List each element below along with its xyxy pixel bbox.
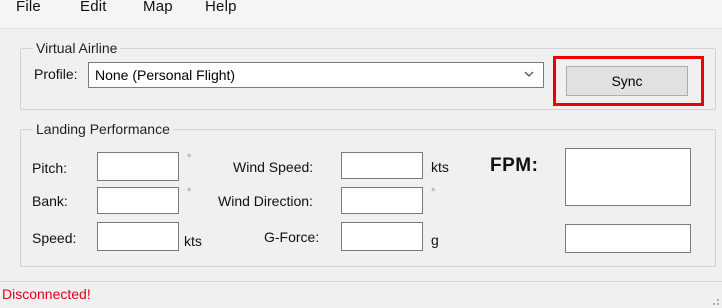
wind-speed-field — [341, 152, 423, 179]
bank-label: Bank: — [32, 193, 68, 209]
wind-speed-kts-unit: kts — [431, 159, 449, 175]
pitch-label: Pitch: — [32, 160, 68, 176]
menu-bar: File Edit Map Help — [0, 0, 722, 29]
pitch-field — [97, 152, 179, 181]
bank-degree-unit: ° — [187, 187, 192, 199]
fpm-field — [565, 148, 691, 206]
profile-selected-value: None (Personal Flight) — [95, 67, 236, 83]
fpm-label: FPM: — [490, 155, 539, 176]
menu-edit[interactable]: Edit — [80, 0, 107, 15]
sync-button[interactable]: Sync — [566, 66, 688, 96]
status-bar: Disconnected! — [0, 281, 722, 308]
resize-grip-icon[interactable] — [710, 296, 720, 306]
landing-performance-title: Landing Performance — [33, 121, 173, 137]
wind-direction-field — [341, 187, 423, 214]
wind-direction-label: Wind Direction: — [218, 193, 313, 209]
menu-file[interactable]: File — [16, 0, 41, 15]
speed-label: Speed: — [32, 230, 77, 246]
speed-kts-unit: kts — [184, 233, 202, 249]
wind-speed-label: Wind Speed: — [233, 159, 314, 175]
connection-status: Disconnected! — [2, 286, 91, 302]
gforce-g-unit: g — [431, 232, 439, 248]
profile-select[interactable]: None (Personal Flight) — [88, 62, 544, 88]
wind-direction-degree-unit: ° — [431, 187, 436, 199]
pitch-degree-unit: ° — [187, 153, 192, 165]
chevron-down-icon — [524, 71, 534, 77]
speed-field — [97, 222, 179, 251]
gforce-label: G-Force: — [264, 229, 320, 245]
gforce-field — [341, 222, 423, 251]
menu-map[interactable]: Map — [143, 0, 173, 15]
profile-label: Profile: — [34, 66, 78, 82]
virtual-airline-title: Virtual Airline — [33, 40, 121, 56]
bank-field — [97, 187, 179, 214]
fpm-secondary-field — [565, 224, 691, 253]
menu-help[interactable]: Help — [205, 0, 237, 15]
